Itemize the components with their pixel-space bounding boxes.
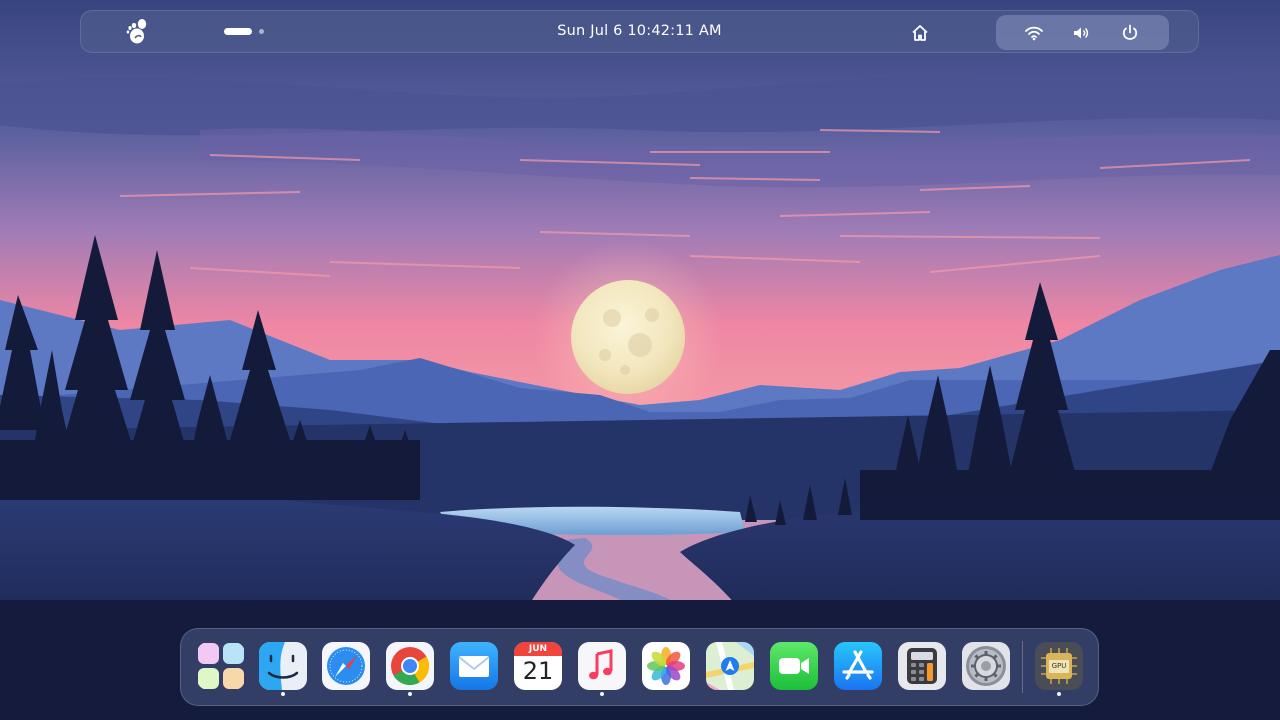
photos-flower-icon (642, 642, 690, 690)
top-panel: Sun Jul 6 10:42:11 AM (80, 10, 1199, 53)
dock: JUN 21 GPU (180, 628, 1099, 706)
date-time-label[interactable]: Sun Jul 6 10:42:11 AM (557, 23, 722, 39)
desktop-wallpaper (0, 0, 1280, 720)
dock-separator (1022, 641, 1023, 693)
settings-gear-icon (962, 642, 1010, 690)
workspace-1-active-pill[interactable] (224, 28, 252, 35)
power-icon[interactable] (1120, 23, 1140, 43)
running-indicator (281, 692, 285, 696)
calculator-icon (898, 642, 946, 690)
dock-app-finder[interactable] (259, 642, 307, 690)
dock-app-music[interactable] (578, 642, 626, 690)
mail-envelope-icon (450, 642, 498, 690)
gnome-foot-icon[interactable] (123, 19, 149, 45)
wifi-icon[interactable] (1024, 23, 1044, 43)
dock-app-maps[interactable] (706, 642, 754, 690)
dock-app-calendar[interactable]: JUN 21 (514, 642, 562, 690)
dock-app-mail[interactable] (450, 642, 498, 690)
home-icon[interactable] (910, 23, 930, 43)
gpu-chip-label: GPU (1051, 662, 1067, 670)
facetime-camera-icon (770, 642, 818, 690)
workspace-2-dot[interactable] (259, 29, 264, 34)
dock-app-calculator[interactable] (898, 642, 946, 690)
dock-app-gpu[interactable]: GPU (1035, 642, 1083, 690)
dock-app-system-settings[interactable] (962, 642, 1010, 690)
running-indicator (600, 692, 604, 696)
dock-app-facetime[interactable] (770, 642, 818, 690)
maps-icon (706, 642, 754, 690)
calendar-day: 21 (522, 657, 554, 685)
running-indicator (1057, 692, 1061, 696)
volume-icon[interactable] (1071, 23, 1091, 43)
dock-app-launchpad[interactable] (197, 642, 245, 690)
dock-app-safari[interactable] (322, 642, 370, 690)
dock-app-app-store[interactable] (834, 642, 882, 690)
finder-icon (259, 642, 307, 690)
safari-compass-icon (322, 642, 370, 690)
chrome-icon (386, 642, 434, 690)
app-store-icon (834, 642, 882, 690)
launchpad-grid-icon (198, 643, 244, 689)
running-indicator (408, 692, 412, 696)
music-note-icon (578, 642, 626, 690)
dock-app-chrome[interactable] (386, 642, 434, 690)
dock-app-photos[interactable] (642, 642, 690, 690)
system-tray[interactable] (996, 15, 1169, 50)
